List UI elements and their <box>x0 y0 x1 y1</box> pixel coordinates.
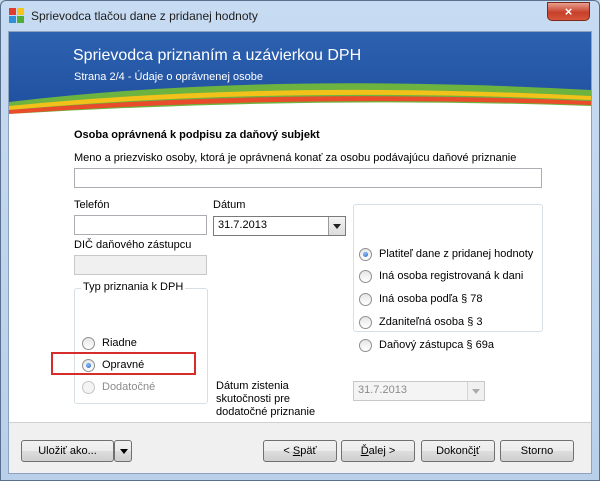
dic-input[interactable] <box>74 255 207 275</box>
radio-riadne-label: Riadne <box>102 337 137 349</box>
app-icon <box>9 8 25 24</box>
date-value: 31.7.2013 <box>218 219 267 231</box>
person-type-group <box>353 204 543 332</box>
radio-ina-registrovana-label: Iná osoba registrovaná k dani <box>379 270 524 282</box>
radio-button-checked-icon <box>359 248 372 261</box>
discovery-date-picker[interactable]: 31.7.2013 <box>353 381 485 401</box>
back-button[interactable]: < Späť <box>263 440 337 462</box>
phone-input[interactable] <box>74 215 207 235</box>
name-input[interactable] <box>74 168 542 188</box>
next-button[interactable]: Ďalej > <box>341 440 415 462</box>
back-label: < Späť <box>283 445 317 457</box>
return-type-legend: Typ priznania k DPH <box>81 281 186 293</box>
discovery-date-label-line2: skutočnosti pre <box>216 393 290 405</box>
radio-zdanitelna-label: Zdaniteľná osoba § 3 <box>379 316 483 328</box>
radio-ina-78[interactable]: Iná osoba podľa § 78 <box>359 292 539 308</box>
save-as-button[interactable]: Uložiť ako... <box>21 440 114 462</box>
radio-button-icon <box>82 337 95 350</box>
chevron-down-icon[interactable] <box>328 217 345 235</box>
chevron-down-icon[interactable] <box>467 382 484 400</box>
radio-button-icon <box>359 316 372 329</box>
cancel-button[interactable]: Storno <box>500 440 574 462</box>
close-icon: × <box>564 4 573 19</box>
discovery-date-label-line3: dodatočné priznanie <box>216 406 316 418</box>
title-bar[interactable]: Sprievodca tlačou dane z pridanej hodnot… <box>1 1 599 31</box>
wizard-page-content: Osoba oprávnená k podpisu za daňový subj… <box>9 114 591 422</box>
wizard-client-area: Sprievodca priznaním a uzávierkou DPH St… <box>8 31 592 474</box>
radio-button-icon <box>359 339 372 352</box>
radio-button-icon <box>359 270 372 283</box>
wizard-step-subtitle: Strana 2/4 - Údaje o oprávnenej osobe <box>74 71 263 83</box>
radio-ina-registrovana[interactable]: Iná osoba registrovaná k dani <box>359 269 539 285</box>
radio-zdanitelna[interactable]: Zdaniteľná osoba § 3 <box>359 315 539 331</box>
finish-button[interactable]: Dokončiť <box>421 440 495 462</box>
radio-platitel-label: Platiteľ dane z pridanej hodnoty <box>379 248 534 260</box>
footer-separator <box>9 422 591 423</box>
wizard-header-banner: Sprievodca priznaním a uzávierkou DPH St… <box>9 32 591 114</box>
radio-riadne[interactable]: Riadne <box>82 336 182 352</box>
phone-label: Telefón <box>74 199 110 211</box>
radio-dodatocne[interactable]: Dodatočné <box>82 380 182 396</box>
next-label: Ďalej > <box>360 445 396 457</box>
wizard-title: Sprievodca priznaním a uzávierkou DPH <box>73 47 362 64</box>
annotation-highlight-box <box>51 352 196 375</box>
dic-label: DIČ daňového zástupcu <box>74 239 192 251</box>
radio-button-icon <box>359 293 372 306</box>
wizard-window: Sprievodca tlačou dane z pridanej hodnot… <box>0 0 600 481</box>
discovery-date-label: Dátum zistenia skutočnosti pre dodatočné… <box>216 380 315 419</box>
radio-platitel[interactable]: Platiteľ dane z pridanej hodnoty <box>359 247 539 263</box>
section-title: Osoba oprávnená k podpisu za daňový subj… <box>74 129 320 141</box>
radio-danovy-zastupca[interactable]: Daňový zástupca § 69a <box>359 338 539 354</box>
discovery-date-label-line1: Dátum zistenia <box>216 380 289 392</box>
save-as-label: Uložiť ako... <box>38 445 97 457</box>
date-label: Dátum <box>213 199 246 211</box>
cancel-label: Storno <box>520 445 554 457</box>
window-title: Sprievodca tlačou dane z pridanej hodnot… <box>31 9 258 23</box>
finish-label: Dokončiť <box>436 445 480 457</box>
close-button[interactable]: × <box>547 2 590 21</box>
save-as-dropdown-button[interactable] <box>114 440 132 462</box>
date-picker[interactable]: 31.7.2013 <box>213 216 346 236</box>
radio-danovy-zastupca-label: Daňový zástupca § 69a <box>379 339 494 351</box>
name-label: Meno a priezvisko osoby, ktorá je oprávn… <box>74 152 517 164</box>
radio-dodatocne-label: Dodatočné <box>102 381 156 393</box>
radio-button-disabled-icon <box>82 381 95 394</box>
discovery-date-value: 31.7.2013 <box>358 384 407 396</box>
radio-ina-78-label: Iná osoba podľa § 78 <box>379 293 483 305</box>
